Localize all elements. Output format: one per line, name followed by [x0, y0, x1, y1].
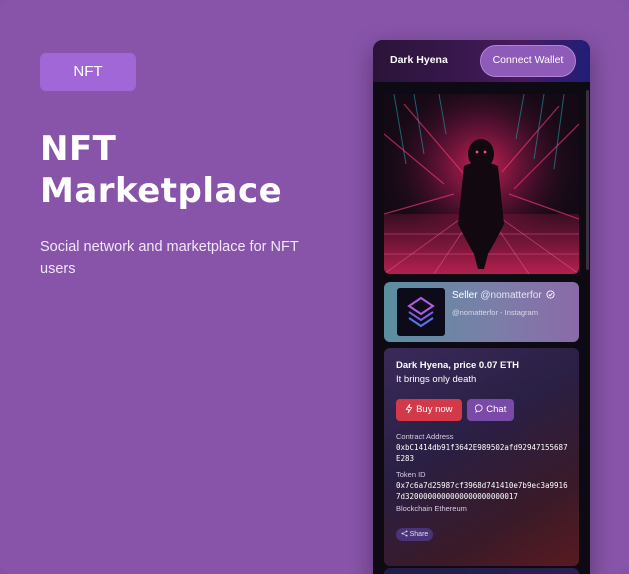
chat-label: Chat — [486, 404, 507, 415]
share-label: Share — [409, 531, 429, 538]
app-header: Dark Hyena Connect Wallet — [373, 40, 590, 82]
page-canvas: NFT NFT Marketplace Social network and m… — [0, 0, 629, 574]
contract-address-label: Contract Address — [396, 432, 454, 441]
buy-now-button[interactable]: Buy now — [396, 399, 462, 421]
seller-handle[interactable]: @nomatterfor — [480, 290, 541, 301]
share-button[interactable]: Share — [396, 528, 433, 541]
scrollbar[interactable] — [586, 90, 589, 270]
seller-source: @nomatterfor - Instagram — [452, 308, 538, 317]
layers-logo-icon — [407, 296, 435, 328]
chat-button[interactable]: Chat — [467, 399, 514, 421]
blockchain-info: Blockchain Ethereum — [396, 504, 467, 513]
chat-bubble-icon — [474, 404, 483, 414]
share-icon — [401, 530, 408, 537]
lightning-icon — [405, 403, 413, 414]
contract-address-value: 0xbC1414db91f3642E989502afd92947155687E2… — [396, 443, 568, 463]
seller-label: Seller — [452, 290, 478, 301]
item-title: Dark Hyena, price 0.07 ETH — [396, 360, 520, 371]
seller-avatar[interactable] — [397, 288, 445, 336]
item-description: It brings only death — [396, 374, 477, 385]
page-subtitle: Social network and marketplace for NFT u… — [40, 239, 299, 277]
buy-now-label: Buy now — [416, 404, 453, 415]
connect-wallet-button[interactable]: Connect Wallet — [480, 45, 576, 77]
seller-name[interactable]: Seller @nomatterfor — [452, 290, 555, 301]
item-detail-card: Dark Hyena, price 0.07 ETH It brings onl… — [384, 348, 579, 566]
seller-card[interactable]: Seller @nomatterfor @nomatterfor - Insta… — [384, 282, 579, 342]
phone-mockup: Dark Hyena Connect Wallet Seller @nomatt… — [373, 40, 590, 574]
next-card — [384, 568, 579, 574]
verified-check-icon — [546, 290, 555, 299]
nft-tag: NFT — [40, 53, 136, 91]
nft-artwork-image[interactable] — [384, 94, 579, 274]
token-id-value: 0x7c6a7d25987cf3968d741410e7b9ec3a99167d… — [396, 481, 568, 501]
token-id-label: Token ID — [396, 470, 426, 479]
page-title: NFT Marketplace — [40, 129, 283, 211]
app-brand[interactable]: Dark Hyena — [390, 54, 448, 66]
artwork-illustration — [384, 94, 579, 274]
